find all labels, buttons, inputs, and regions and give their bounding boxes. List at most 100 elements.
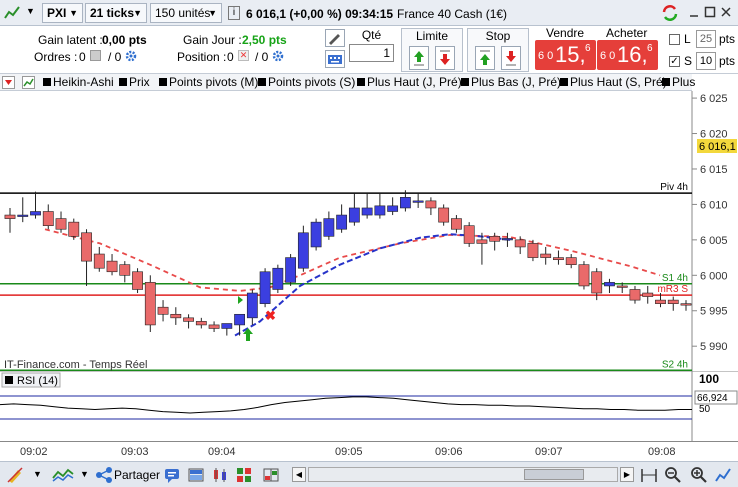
candle-bear (629, 289, 641, 301)
buy-button[interactable]: 6 0 16, 6 (597, 40, 658, 70)
indicator-tag[interactable]: Prix (117, 75, 150, 90)
chevron-down-icon[interactable]: ▼ (26, 6, 35, 16)
share-icon[interactable] (95, 466, 113, 484)
chart-settings-icon[interactable] (714, 466, 732, 484)
scroll-right-icon[interactable]: ▶ (620, 467, 634, 482)
keyboard-icon[interactable] (325, 50, 345, 68)
horizontal-scrollbar[interactable] (308, 467, 618, 482)
level-label: S2 4h (662, 359, 688, 370)
price-tick-label: 5 990 (700, 341, 728, 353)
candle-bear (476, 239, 488, 244)
candle-bear (208, 324, 220, 329)
indicator-tag[interactable]: Points pivots (M) (157, 75, 258, 90)
candle-bear (565, 257, 577, 265)
minimize-icon[interactable] (688, 6, 700, 18)
indicator-label: Points pivots (S) (268, 75, 356, 89)
orders-list-icon[interactable] (90, 50, 101, 61)
indicator-label: Plus (672, 75, 696, 89)
indicator-tag[interactable]: Plus Haut (J, Pré) (355, 75, 462, 90)
chevron-down-icon: ▼ (208, 8, 217, 18)
stop-sell-button[interactable] (501, 46, 521, 70)
indicator-tag[interactable]: Plus Haut (S, Pré) (558, 75, 667, 90)
candle-bull (30, 211, 41, 216)
candle-bull (374, 205, 386, 216)
price-chart[interactable]: Piv 4h S1 4hmR3 S S2 4h 6 025 6 020 6 015 6 0… (0, 91, 738, 371)
sell-label: Vendre (546, 26, 585, 40)
candle-bear (655, 299, 666, 304)
chart-icon[interactable] (22, 76, 35, 89)
layout-icon[interactable] (262, 466, 280, 484)
refresh-icon[interactable] (659, 3, 681, 23)
symbol-select[interactable]: PXI ▼ (42, 3, 83, 23)
close-icon[interactable] (720, 6, 732, 18)
rsi-value-label: 66,924 (697, 393, 728, 404)
limit-sell-button[interactable] (435, 46, 455, 70)
info-icon[interactable]: i (228, 6, 240, 20)
gain-latent-value: 0,00 pts (102, 33, 147, 47)
scrollbar-thumb[interactable] (524, 469, 584, 480)
plot-area (0, 91, 692, 371)
sell-button[interactable]: 6 0 15, 6 (535, 40, 596, 70)
close-position-icon[interactable]: ✕ (238, 50, 249, 61)
period-select[interactable]: 21 ticks ▼ (85, 3, 147, 23)
indicator-tag[interactable]: Plus Bas (J, Pré) (459, 75, 561, 90)
stop-buy-button[interactable] (475, 46, 495, 70)
rsi-tick-100: 100 (699, 372, 719, 386)
gear-icon[interactable] (124, 49, 138, 63)
rsi-panel[interactable]: RSI (14) 100 66,924 50 (0, 371, 738, 441)
limit-buy-button[interactable] (409, 46, 429, 70)
candle-bull (604, 282, 615, 287)
symbol-label: PXI (47, 6, 67, 20)
zoom-in-icon[interactable] (690, 466, 708, 484)
price-tick-label: 6 010 (700, 199, 728, 211)
chevron-down-icon[interactable]: ▼ (33, 469, 42, 479)
stop-group: Stop (467, 28, 529, 72)
candle-bull (259, 271, 271, 304)
indicator-swatch (461, 78, 469, 86)
candle-bear (527, 243, 539, 258)
limit-label: Limite (415, 29, 448, 43)
level-label: Piv 4h (660, 182, 688, 193)
candle-bear (195, 321, 207, 326)
candle-bear (463, 225, 475, 244)
limit-checkbox[interactable] (669, 34, 680, 45)
split-view-icon[interactable] (187, 466, 205, 484)
price-tick-label: 6 020 (700, 129, 728, 141)
qty-input[interactable]: 1 (349, 44, 394, 62)
indicator-tag[interactable]: Points pivots (S) (256, 75, 355, 90)
candle-bear (591, 271, 603, 294)
rsi-plot-area (0, 371, 692, 441)
stop-distance-input[interactable]: 10 (696, 52, 716, 70)
multi-chart-icon[interactable] (235, 466, 253, 484)
price-tick-label: 6 000 (700, 270, 728, 282)
candle-bull (221, 323, 233, 329)
indicator-tag[interactable]: Heikin-Ashi (41, 75, 114, 90)
indicators-icon[interactable] (52, 466, 74, 484)
edit-order-icon[interactable] (325, 29, 345, 47)
limit-distance-input[interactable]: 25 (696, 30, 716, 48)
candle-bear (55, 218, 67, 230)
chevron-down-icon[interactable]: ▼ (80, 469, 89, 479)
indicator-label: Plus Bas (J, Pré) (471, 75, 562, 89)
quantity-select[interactable]: 150 unités ▼ (150, 3, 222, 23)
indicator-tag[interactable]: Plus (660, 75, 695, 90)
candle-bull (336, 214, 348, 230)
sell-prefix: 6 0 (538, 50, 554, 62)
gear-icon[interactable] (271, 49, 285, 63)
gain-jour-value: 2,50 pts (242, 33, 287, 47)
scroll-left-icon[interactable]: ◀ (292, 467, 306, 482)
time-tick: 09:05 (335, 446, 363, 458)
share-button[interactable]: Partager (114, 468, 160, 482)
add-indicator-icon[interactable] (2, 76, 15, 89)
candles-view-icon[interactable] (211, 466, 229, 484)
candle-bear (132, 271, 143, 290)
candle-bull (246, 292, 258, 319)
chat-icon[interactable] (163, 466, 181, 484)
stop-checkbox[interactable]: ✓ (669, 56, 680, 67)
period-label: 21 ticks (90, 6, 135, 20)
zoom-out-icon[interactable] (664, 466, 682, 484)
drawing-tools-icon[interactable] (6, 466, 24, 484)
position-total: / 0 (255, 50, 269, 64)
maximize-icon[interactable] (704, 6, 716, 18)
zoom-range-icon[interactable] (640, 466, 658, 484)
